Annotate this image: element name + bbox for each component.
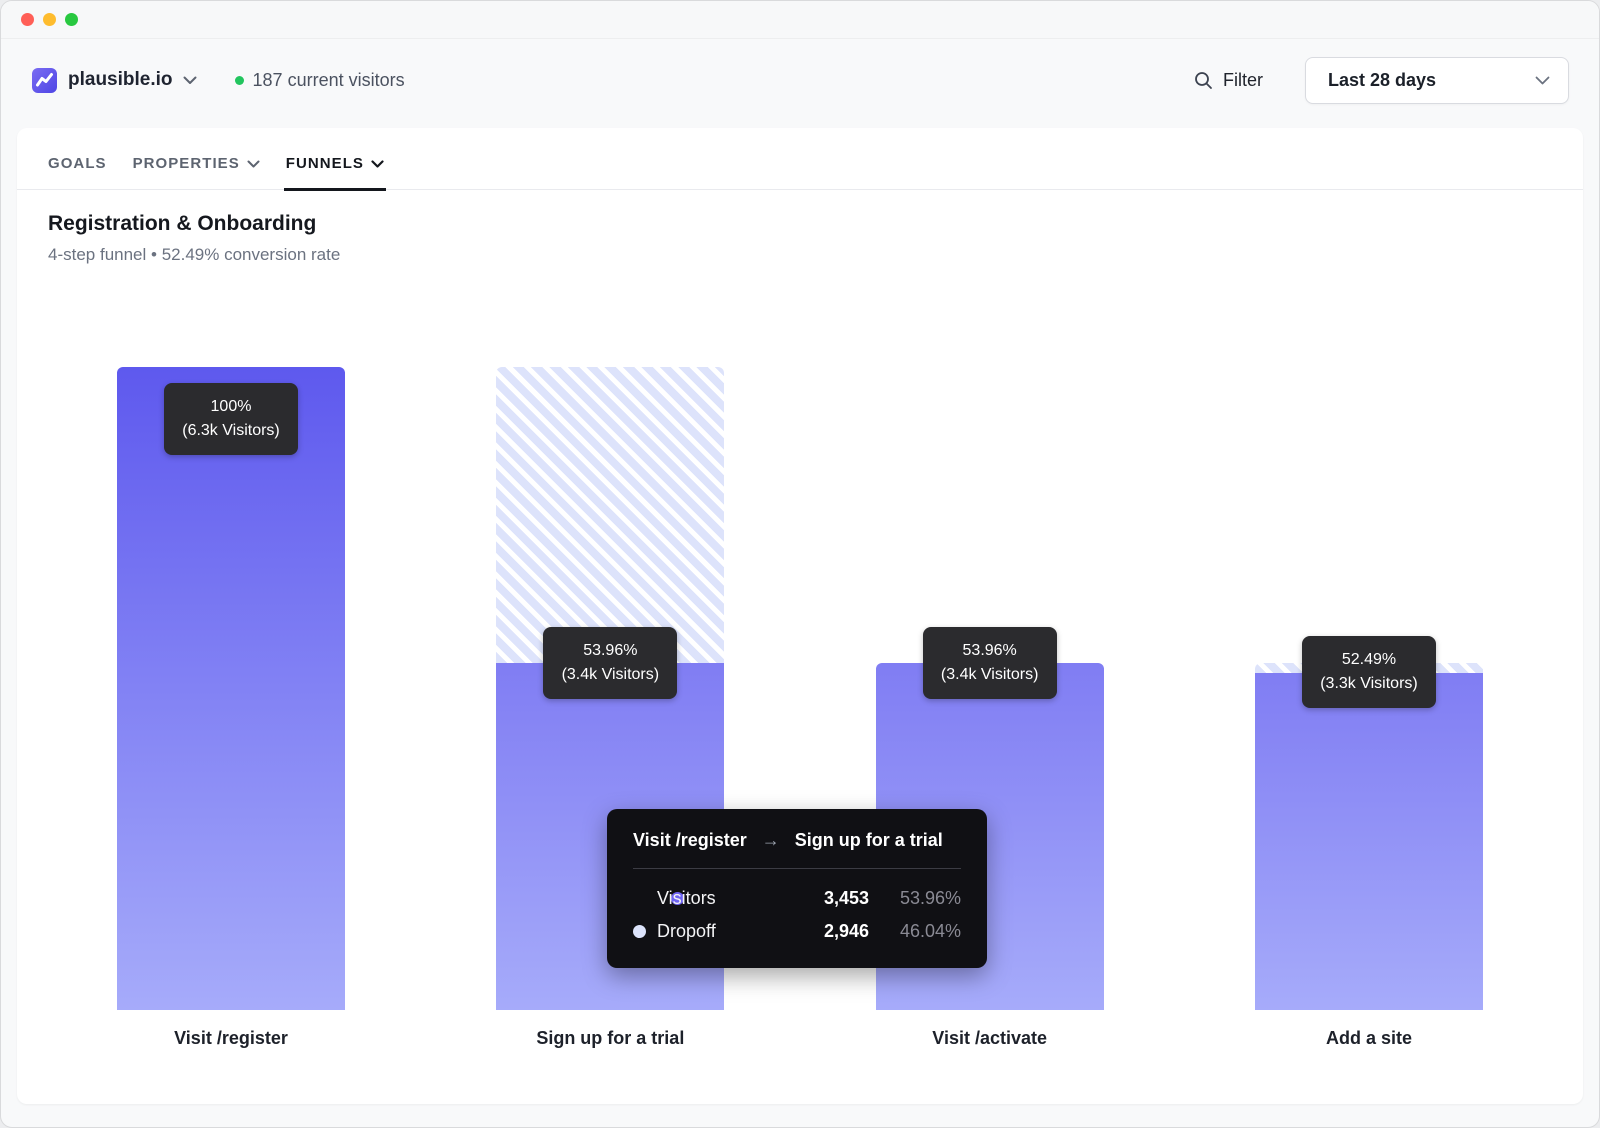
site-switcher[interactable]: plausible.io: [31, 67, 197, 94]
tab-goals[interactable]: GOALS: [48, 155, 107, 189]
tooltip-dropoff-pct: 46.04%: [869, 921, 961, 942]
funnel-step-visitors: (6.3k Visitors): [178, 419, 284, 443]
tooltip-step-from: Visit /register: [633, 830, 747, 851]
tab-properties-label: PROPERTIES: [133, 155, 240, 172]
funnel-step-pct: 53.96%: [557, 639, 663, 663]
current-visitors-label: 187 current visitors: [253, 70, 405, 91]
funnels-card: GOALS PROPERTIES FUNNELS Registration & …: [17, 128, 1583, 1104]
plausible-logo-icon: [31, 67, 58, 94]
tab-funnels-label: FUNNELS: [286, 155, 364, 172]
funnel-bar-segment[interactable]: [1255, 673, 1483, 1011]
tab-bar: GOALS PROPERTIES FUNNELS: [17, 128, 1583, 190]
funnel-step: 100% (6.3k Visitors) Visit /register: [117, 367, 345, 1010]
funnel-step-visitors: (3.4k Visitors): [937, 663, 1043, 687]
funnel-tooltip: Visit /register → Sign up for a trial Vi…: [607, 809, 987, 968]
titlebar: [1, 1, 1599, 39]
live-dot-icon: [235, 76, 244, 85]
tooltip-visitors-value: 3,453: [757, 888, 869, 909]
funnel-step-label: Visit /register: [117, 1028, 345, 1049]
tooltip-row-visitors: Visitors 3,453 53.96%: [633, 882, 961, 915]
funnel-step-badge: 53.96% (3.4k Visitors): [543, 627, 677, 699]
funnel-step-label: Add a site: [1255, 1028, 1483, 1049]
funnel-step-badge: 100% (6.3k Visitors): [164, 383, 298, 455]
maximize-window-button[interactable]: [65, 13, 78, 26]
funnel-step-label: Visit /activate: [876, 1028, 1104, 1049]
search-icon: [1194, 71, 1213, 90]
funnel-step-pct: 100%: [178, 395, 284, 419]
funnel-step-visitors: (3.4k Visitors): [557, 663, 663, 687]
funnel-title: Registration & Onboarding: [48, 212, 1552, 236]
funnel-step: 52.49% (3.3k Visitors) Add a site: [1255, 367, 1483, 1010]
minimize-window-button[interactable]: [43, 13, 56, 26]
close-window-button[interactable]: [21, 13, 34, 26]
funnel-subtitle: 4-step funnel • 52.49% conversion rate: [48, 245, 1552, 265]
filter-button[interactable]: Filter: [1194, 70, 1263, 91]
tooltip-row-dropoff: Dropoff 2,946 46.04%: [633, 915, 961, 948]
tab-funnels[interactable]: FUNNELS: [286, 155, 384, 189]
funnel-step-visitors: (3.3k Visitors): [1316, 672, 1422, 696]
app-header: plausible.io 187 current visitors Filter…: [1, 39, 1599, 121]
funnel-step-label: Sign up for a trial: [496, 1028, 724, 1049]
date-range-value: Last 28 days: [1328, 70, 1436, 91]
date-range-select[interactable]: Last 28 days: [1305, 57, 1569, 104]
tooltip-step-to: Sign up for a trial: [795, 830, 943, 851]
funnel-step-pct: 53.96%: [937, 639, 1043, 663]
tooltip-dropoff-label: Dropoff: [657, 921, 757, 942]
funnel-bar-segment[interactable]: [117, 367, 345, 1010]
tooltip-visitors-pct: 53.96%: [869, 888, 961, 909]
chevron-down-icon: [183, 76, 197, 85]
chevron-down-icon: [371, 160, 384, 168]
funnel-step-pct: 52.49%: [1316, 648, 1422, 672]
filter-label: Filter: [1223, 70, 1263, 91]
site-name: plausible.io: [68, 69, 173, 91]
funnel-step-badge: 52.49% (3.3k Visitors): [1302, 636, 1436, 708]
dropoff-dot-icon: [633, 925, 646, 938]
tab-goals-label: GOALS: [48, 155, 107, 172]
tooltip-divider: [633, 868, 961, 869]
current-visitors[interactable]: 187 current visitors: [235, 70, 405, 91]
funnel-step-badge: 53.96% (3.4k Visitors): [923, 627, 1057, 699]
app-window: plausible.io 187 current visitors Filter…: [0, 0, 1600, 1128]
chevron-down-icon: [247, 160, 260, 168]
tooltip-visitors-label: Visitors: [657, 888, 757, 909]
funnel-chart: 100% (6.3k Visitors) Visit /register 53.…: [17, 367, 1583, 1010]
arrow-right-icon: →: [762, 830, 780, 851]
funnel-dropoff-segment[interactable]: [496, 367, 724, 663]
chevron-down-icon: [1535, 76, 1550, 85]
tab-properties[interactable]: PROPERTIES: [133, 155, 260, 189]
tooltip-dropoff-value: 2,946: [757, 921, 869, 942]
